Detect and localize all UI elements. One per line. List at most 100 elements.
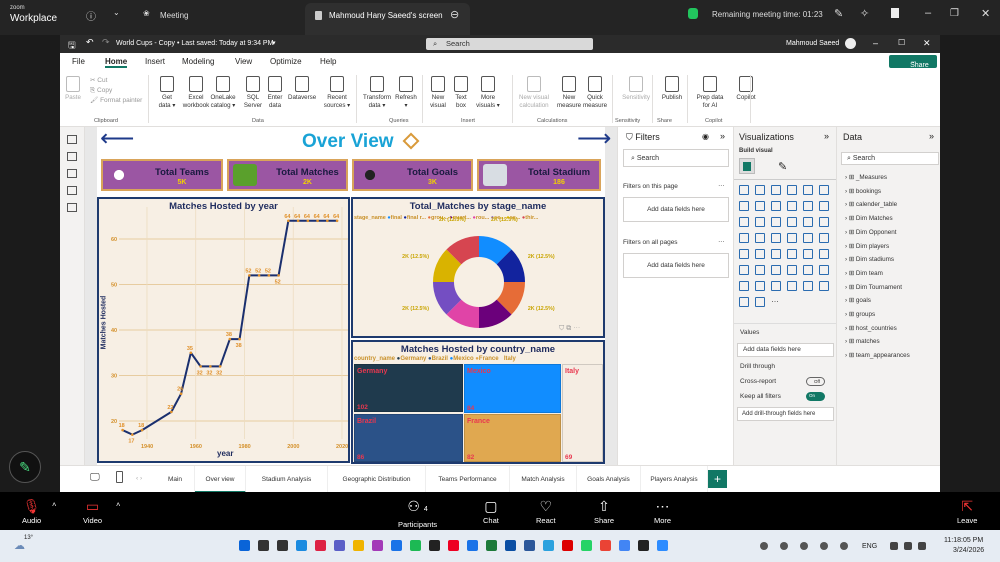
treemap-tile-brazil[interactable]: Brazil 86 — [354, 414, 463, 462]
visual-type-icon[interactable] — [739, 185, 749, 195]
visual-type-icon[interactable] — [739, 201, 749, 211]
back-arrow-icon[interactable]: ⟵ — [100, 124, 134, 153]
minimize-icon[interactable]: – — [873, 38, 878, 48]
close-icon[interactable]: ✕ — [923, 38, 931, 49]
meeting-label[interactable]: Meeting — [160, 11, 188, 20]
treemap-tile-germany[interactable]: Germany 102 — [354, 364, 463, 412]
taskbar-app-icon[interactable] — [467, 540, 478, 551]
chevron-right-icon[interactable]: › ⊞ — [845, 270, 856, 277]
ribbon-prep-data-for-ai-button[interactable]: Prep data for AI — [693, 76, 727, 109]
treemap-matches-by-country[interactable]: Matches Hosted by country_name country_n… — [351, 340, 605, 464]
visual-type-icon[interactable] — [755, 217, 765, 227]
taskbar-app-icon[interactable] — [581, 540, 592, 551]
visual-type-icon[interactable] — [771, 217, 781, 227]
tmdl-view-icon[interactable] — [67, 203, 77, 212]
data-table-item[interactable]: › ⊞ _Measures — [845, 174, 887, 181]
visual-type-icon[interactable] — [755, 281, 765, 291]
visual-type-icon[interactable] — [787, 281, 797, 291]
ribbon-text-box-button[interactable]: Text box — [452, 76, 470, 109]
visual-type-icon[interactable] — [755, 249, 765, 259]
dax-query-icon[interactable] — [67, 186, 77, 195]
chevron-down-icon[interactable]: ⌄ — [113, 8, 120, 17]
more-icon[interactable]: … — [718, 181, 725, 188]
visual-type-icon[interactable] — [819, 217, 829, 227]
chevron-right-icon[interactable]: › ⊞ — [845, 338, 856, 345]
ribbon-sensitivity-button[interactable]: Sensitivity — [620, 76, 652, 102]
more-icon[interactable]: … — [718, 237, 725, 244]
page-tab-match-analysis[interactable]: Match Analysis — [510, 466, 577, 493]
data-table-item[interactable]: › ⊞ Dim Matches — [845, 215, 893, 222]
visual-type-icon[interactable] — [819, 265, 829, 275]
taskbar-app-icon[interactable] — [334, 540, 345, 551]
legend-item[interactable]: ●Italy — [499, 356, 516, 362]
ribbon-new-visual-button[interactable]: New visual — [428, 76, 448, 109]
ribbon-more-visuals-button[interactable]: More visuals ▾ — [476, 76, 500, 109]
visual-type-icon[interactable] — [787, 249, 797, 259]
more-icon[interactable]: ⊖ — [450, 8, 459, 21]
ribbon-enter-data-button[interactable]: Enter data — [265, 76, 285, 109]
visual-type-icon[interactable] — [771, 201, 781, 211]
more-button[interactable]: ⋯ More — [654, 496, 671, 525]
audio-button[interactable]: 🎙 Audio — [22, 496, 41, 525]
react-button[interactable]: ♡ React — [536, 496, 556, 525]
cut-button[interactable]: ✂ Cut — [90, 76, 142, 86]
visual-type-icon[interactable] — [819, 281, 829, 291]
taskbar-app-icon[interactable] — [524, 540, 535, 551]
kpi-card-total-goals[interactable]: Total Goals 3K — [352, 159, 473, 191]
data-table-item[interactable]: › ⊞ calender_table — [845, 201, 897, 208]
page-tab-main[interactable]: Main — [156, 466, 195, 493]
eye-icon[interactable]: ◉ — [702, 132, 709, 141]
donut-chart-matches-by-stage[interactable]: Total_Matches by stage_name stage_name ●… — [351, 197, 605, 338]
shared-screen-tab[interactable]: Mahmoud Hany Saeed's screen ⊖ — [305, 3, 470, 35]
format-visual-icon[interactable]: ✎ — [778, 160, 787, 173]
chevron-right-icon[interactable]: › ⊞ — [845, 229, 856, 236]
wifi-icon[interactable] — [890, 542, 898, 550]
visual-type-icon[interactable] — [771, 233, 781, 243]
visual-type-icon[interactable] — [803, 201, 813, 211]
taskbar-app-icon[interactable] — [638, 540, 649, 551]
data-table-item[interactable]: › ⊞ bookings — [845, 188, 881, 195]
visual-type-icon[interactable] — [803, 217, 813, 227]
redo-icon[interactable]: ↷ — [102, 37, 110, 48]
page-tab-over-view[interactable]: Over view — [195, 466, 246, 493]
leave-button[interactable]: ⇱ Leave — [957, 496, 977, 525]
values-drop[interactable]: Add data fields here — [737, 343, 834, 357]
chevron-right-icon[interactable]: › ⊞ — [845, 243, 856, 250]
chevron-right-icon[interactable]: › ⊞ — [845, 325, 856, 332]
collapse-icon[interactable]: » — [824, 131, 829, 141]
desktop-layout-icon[interactable]: 🖵 — [90, 472, 100, 483]
menu-tab-insert[interactable]: Insert — [145, 57, 165, 66]
ribbon-copilot-button[interactable]: Copilot — [733, 76, 759, 102]
menu-tab-modeling[interactable]: Modeling — [182, 57, 214, 66]
taskbar-app-icon[interactable] — [619, 540, 630, 551]
taskbar-app-icon[interactable] — [486, 540, 497, 551]
legend-item[interactable]: ●France — [474, 356, 498, 362]
chevron-right-icon[interactable]: › ⊞ — [845, 174, 856, 181]
user-name[interactable]: Mahmoud Saeed — [786, 40, 839, 47]
data-table-item[interactable]: › ⊞ groups — [845, 311, 875, 318]
chevron-down-icon[interactable]: ▾ — [272, 39, 276, 47]
close-icon[interactable]: ✕ — [981, 7, 990, 20]
visual-type-icon[interactable] — [787, 217, 797, 227]
treemap-tile-italy[interactable]: Italy 69 — [562, 364, 603, 462]
ribbon-paste-button[interactable]: Paste — [64, 76, 82, 102]
taskbar-app-icon[interactable] — [600, 540, 611, 551]
share-button[interactable]: ⇧ Share — [594, 496, 614, 525]
chevron-right-icon[interactable]: › ⊞ — [845, 352, 856, 359]
chat-button[interactable]: ▢ Chat — [483, 496, 499, 525]
taskbar-app-icon[interactable] — [543, 540, 554, 551]
visual-type-icon[interactable] — [771, 249, 781, 259]
data-table-item[interactable]: › ⊞ Dim stadiums — [845, 256, 894, 263]
drill-through-drop[interactable]: Add drill-through fields here — [737, 407, 834, 421]
model-view-icon[interactable] — [67, 169, 77, 178]
page-tab-geographic-distribution[interactable]: Geographic Distribution — [328, 466, 426, 493]
table-view-icon[interactable] — [67, 152, 77, 161]
maximize-icon[interactable]: ☐ — [898, 38, 905, 47]
language-indicator[interactable]: ENG — [862, 543, 877, 550]
avatar[interactable] — [845, 38, 856, 49]
page-tab-players-analysis[interactable]: Players Analysis — [641, 466, 708, 493]
add-page-button[interactable]: + — [708, 470, 727, 488]
annotate-pencil-button[interactable]: ✎ — [9, 451, 41, 483]
tray-chevron-icon[interactable] — [760, 542, 768, 550]
chevron-right-icon[interactable]: › ⊞ — [845, 188, 856, 195]
